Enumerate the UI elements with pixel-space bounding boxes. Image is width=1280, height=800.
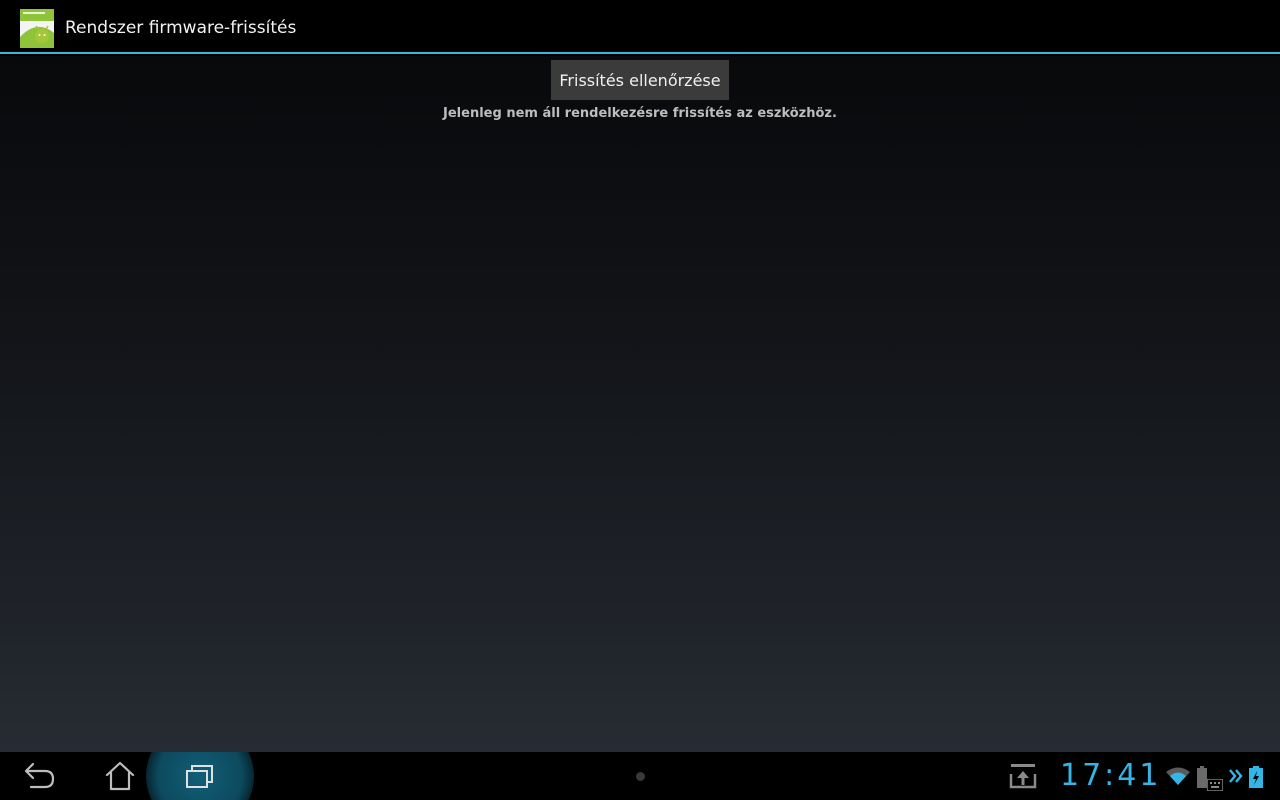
back-icon	[24, 762, 55, 789]
main-content: Frissítés ellenőrzése Jelenleg nem áll r…	[0, 56, 1280, 752]
battery-dock-icon[interactable]	[1197, 766, 1207, 792]
home-button[interactable]	[88, 752, 152, 800]
system-bar: 17:41	[0, 752, 1280, 800]
home-icon	[105, 761, 135, 791]
wifi-icon[interactable]	[1165, 766, 1191, 790]
status-message: Jelenleg nem áll rendelkezésre frissítés…	[443, 106, 837, 121]
android-update-icon[interactable]	[20, 9, 54, 48]
action-bar: Rendszer firmware-frissítés	[0, 0, 1280, 54]
check-update-button[interactable]: Frissítés ellenőrzése	[551, 60, 729, 100]
recent-apps-button[interactable]	[168, 752, 232, 800]
keyboard-icon[interactable]	[1206, 776, 1224, 795]
page-title: Rendszer firmware-frissítés	[65, 18, 297, 38]
battery-charging-icon[interactable]	[1249, 766, 1263, 792]
clock[interactable]: 17:41	[1060, 757, 1161, 795]
menu-dot-icon[interactable]	[636, 772, 645, 781]
chevrons-icon[interactable]	[1228, 767, 1244, 789]
back-button[interactable]	[8, 752, 72, 800]
recent-apps-icon	[186, 765, 213, 788]
download-icon[interactable]	[1008, 762, 1038, 794]
screen: Rendszer firmware-frissítés Frissítés el…	[0, 0, 1280, 800]
